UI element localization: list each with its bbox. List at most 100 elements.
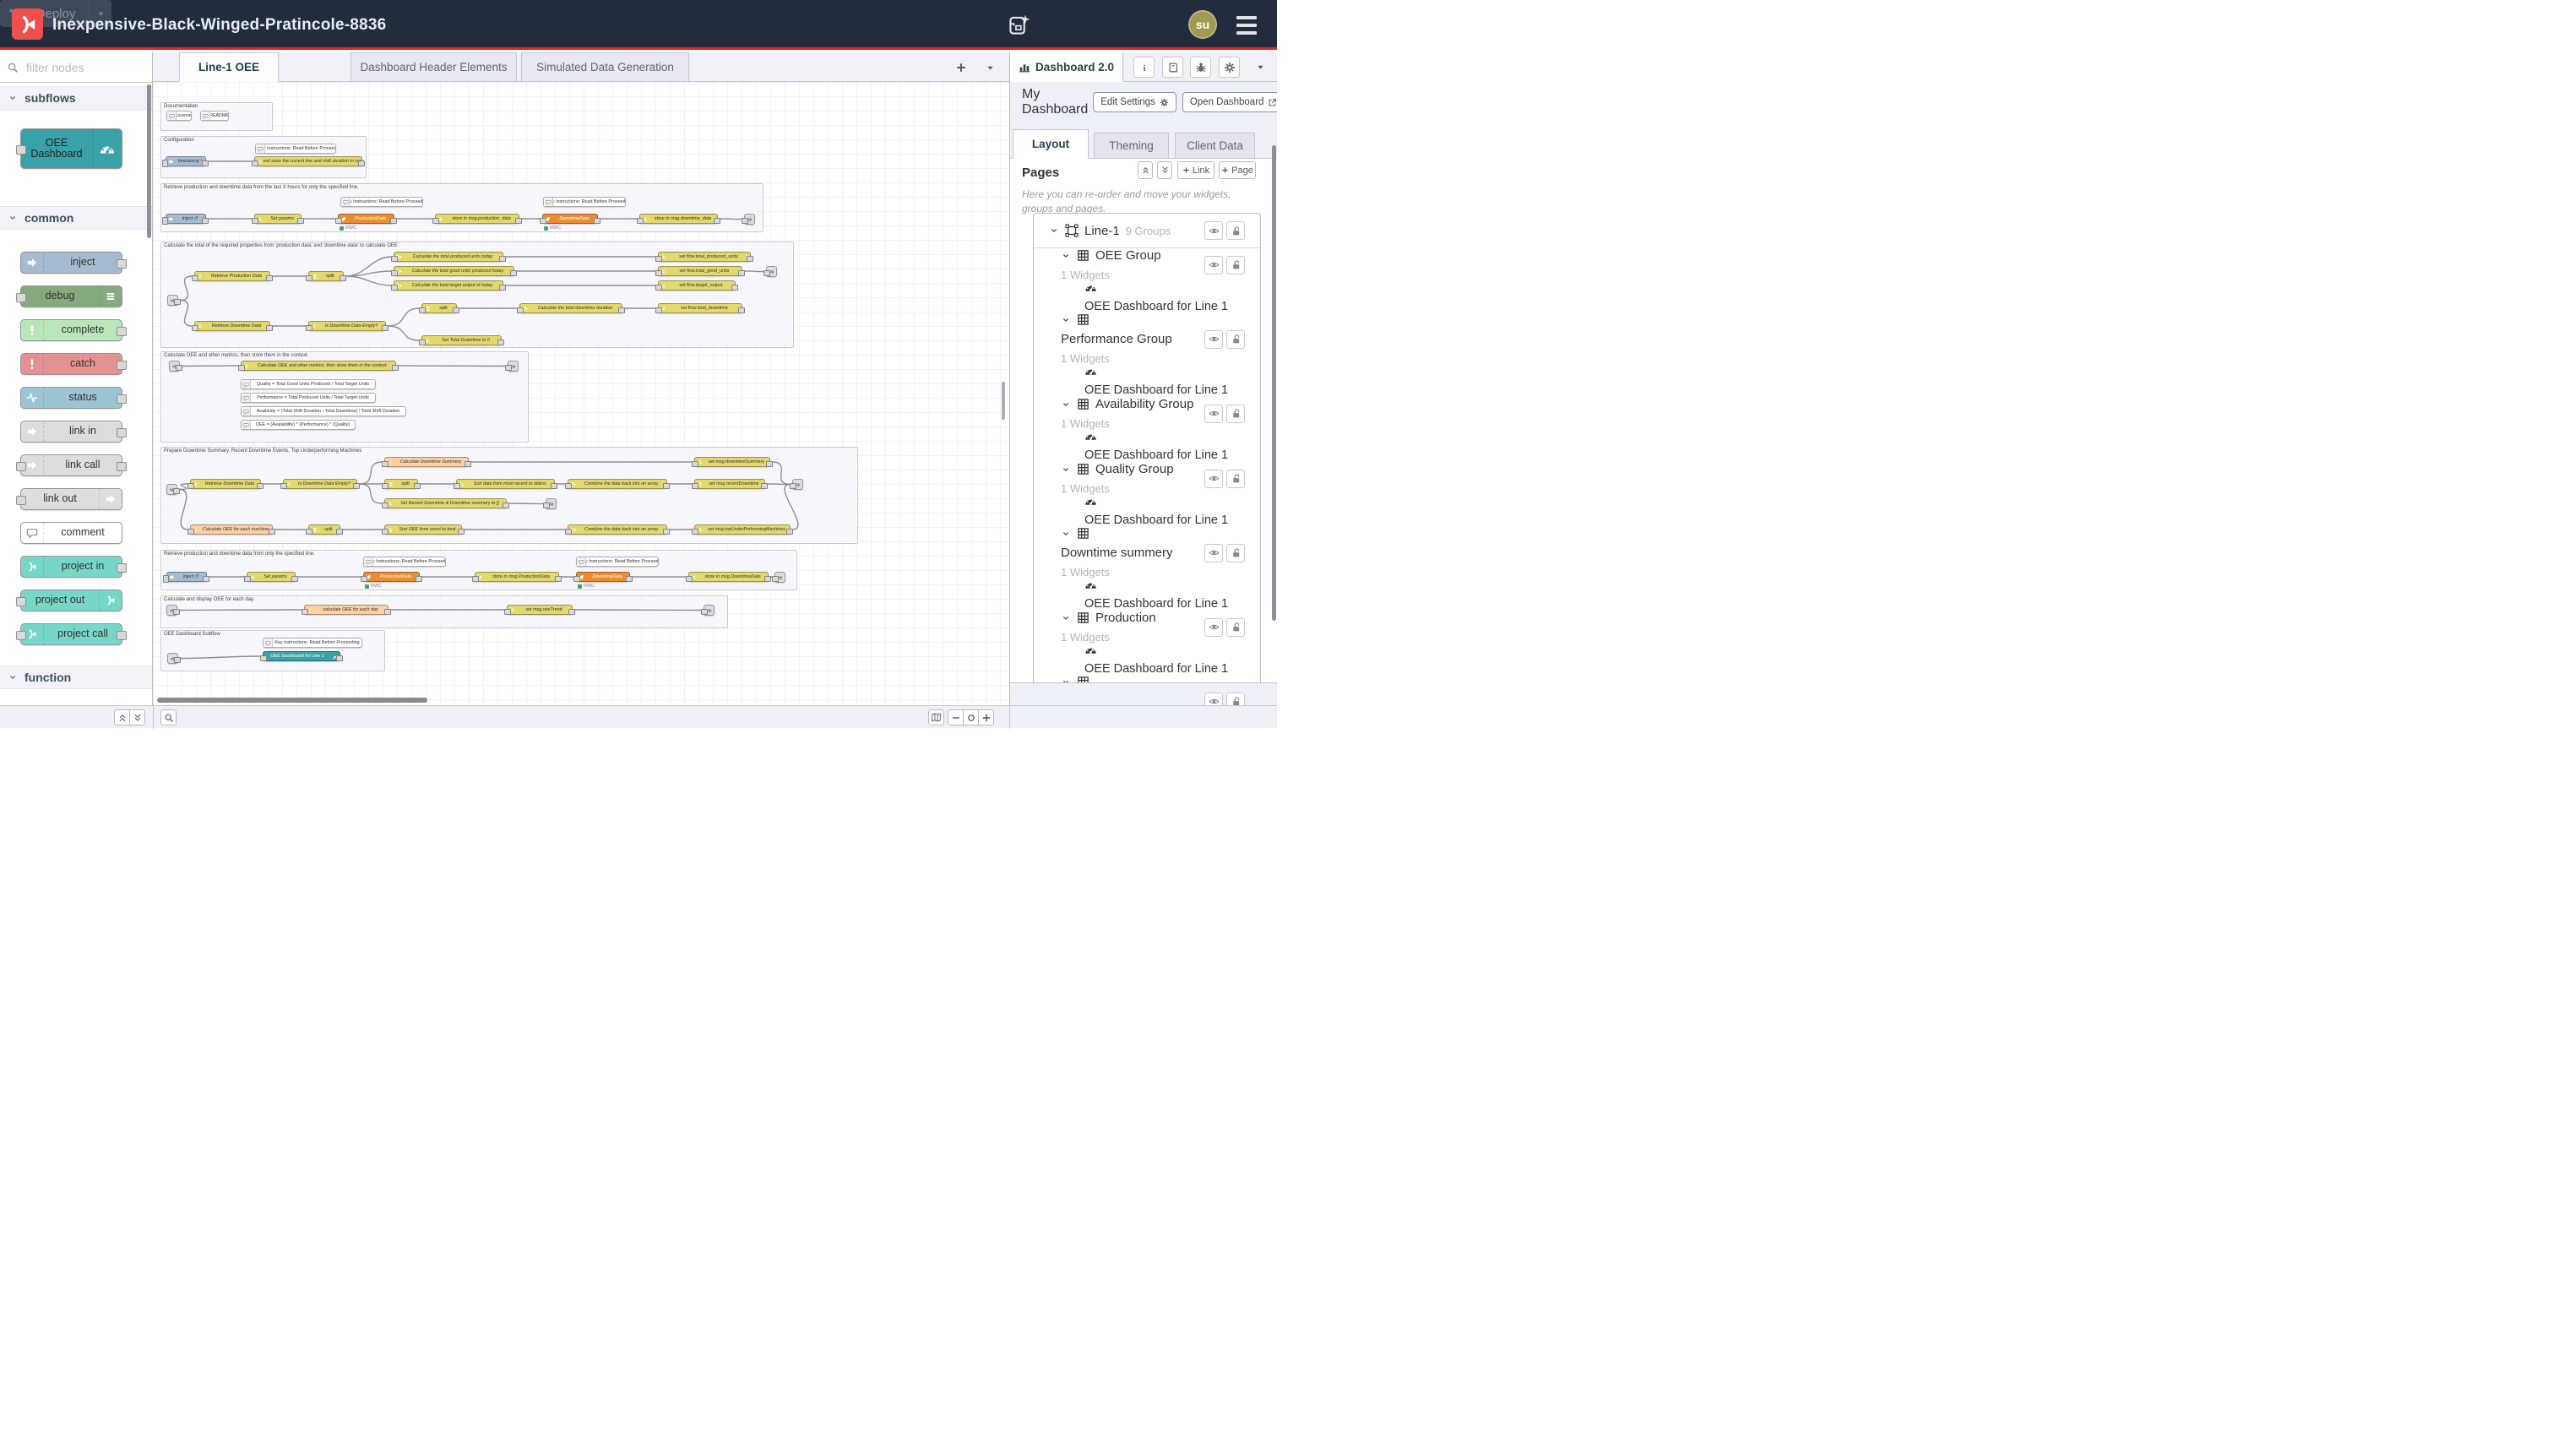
visibility-toggle-button[interactable] <box>1204 405 1223 423</box>
tab-client-data[interactable]: Client Data <box>1175 133 1255 159</box>
node-output-port[interactable] <box>414 483 421 489</box>
node-input-port[interactable] <box>565 483 572 489</box>
info-icon[interactable]: i <box>1133 57 1155 78</box>
node-output-port[interactable] <box>515 218 522 224</box>
visibility-toggle-button[interactable] <box>1204 693 1223 706</box>
node-input-port[interactable] <box>504 609 511 615</box>
node-output-port[interactable] <box>568 609 575 615</box>
node-input-port[interactable] <box>692 461 698 467</box>
tab-line-1-oee[interactable]: Line-1 OEE <box>179 52 279 82</box>
edit-settings-button[interactable]: Edit Settings <box>1093 92 1176 112</box>
node-st43[interactable]: set flow.target_output <box>658 280 736 291</box>
node-s4b[interactable]: split <box>421 303 457 313</box>
node-c41[interactable]: Calculate the total produced units today <box>394 252 503 262</box>
tab-layout[interactable]: Layout <box>1013 129 1089 159</box>
node-input-port[interactable] <box>361 576 367 582</box>
node-input-port[interactable] <box>517 307 524 313</box>
tab-theming[interactable]: Theming <box>1094 133 1169 159</box>
zoom-in-button[interactable] <box>978 709 994 725</box>
node-rd4[interactable]: Retrieve Downtime Data <box>194 321 270 331</box>
palette-node-debug[interactable]: debug <box>20 285 122 307</box>
node-lo7[interactable] <box>774 572 785 583</box>
node-output-port[interactable] <box>764 576 771 582</box>
node-c42[interactable]: Calculate the total good units produced … <box>394 266 514 276</box>
node-input-port[interactable] <box>391 256 398 262</box>
node-input-port[interactable] <box>565 529 572 535</box>
node-output-port[interactable] <box>269 529 275 535</box>
node-c5b[interactable]: Performance = Total Produced Units / Tot… <box>241 393 376 403</box>
node-input-port[interactable] <box>772 576 779 582</box>
tab-dashboard-2[interactable]: Dashboard 2.0 <box>1010 52 1123 82</box>
node-input-port[interactable] <box>302 609 308 615</box>
palette-expand-all-button[interactable] <box>129 709 145 725</box>
add-page-button[interactable]: Page <box>1219 161 1256 179</box>
lock-toggle-button[interactable] <box>1226 544 1245 562</box>
node-input-port[interactable] <box>16 145 26 155</box>
node-rdm[interactable]: README <box>200 111 229 121</box>
flow-assistant-icon[interactable] <box>1007 12 1032 37</box>
node-output-port[interactable] <box>173 488 180 494</box>
node-srd6[interactable]: set msg.recentDowntime <box>694 479 765 489</box>
node-output-port[interactable] <box>117 428 127 437</box>
node-lic[interactable]: License <box>166 111 192 121</box>
node-output-port[interactable] <box>551 483 557 489</box>
node-input-port[interactable] <box>187 483 194 489</box>
node-output-port[interactable] <box>117 563 127 573</box>
node-i3[interactable]: inject ↺ <box>166 214 206 224</box>
node-so6[interactable]: Sort data from most recent to oldest <box>456 479 555 489</box>
visibility-toggle-button[interactable] <box>1204 470 1223 488</box>
node-output-port[interactable] <box>555 576 562 582</box>
node-output-port[interactable] <box>266 275 273 281</box>
tree-group-downtime-summery[interactable]: Downtime summery1 Widgets <box>1034 527 1260 579</box>
node-output-port[interactable] <box>594 218 600 224</box>
lock-toggle-button[interactable] <box>1226 470 1245 488</box>
node-rp4[interactable]: Retrieve Production Data <box>194 271 270 281</box>
node-output-port[interactable] <box>117 259 127 269</box>
tree-group-production[interactable]: Production1 Widgets <box>1034 611 1260 644</box>
node-input-port[interactable] <box>692 483 698 489</box>
node-input-port[interactable] <box>260 655 267 661</box>
node-output-port[interactable] <box>176 365 182 371</box>
node-s4a[interactable]: split <box>308 271 344 281</box>
lock-toggle-button[interactable] <box>1226 618 1245 637</box>
node-output-port[interactable] <box>510 270 517 276</box>
node-output-port[interactable] <box>117 631 127 640</box>
palette-node-project-in[interactable]: project in <box>20 556 122 578</box>
tab-simulated-data-generation[interactable]: Simulated Data Generation <box>521 52 689 82</box>
node-output-port[interactable] <box>382 325 389 331</box>
node-co5[interactable]: Calculate OEE and other metrics, then st… <box>241 361 396 371</box>
node-output-port[interactable] <box>738 270 745 276</box>
node-input-port[interactable] <box>432 218 439 224</box>
node-input-port[interactable] <box>16 462 26 471</box>
add-link-button[interactable]: Link <box>1177 161 1215 179</box>
node-output-port[interactable] <box>458 529 465 535</box>
node-c3a[interactable]: Key Instructions: Read Before Proceeding <box>340 197 423 207</box>
node-lo8[interactable] <box>704 605 715 616</box>
node-cb61[interactable]: Combine the data back into an array. <box>568 479 667 489</box>
node-dd3[interactable]: DowntimeData <box>542 214 598 224</box>
zoom-out-button[interactable] <box>948 709 964 725</box>
node-ss[interactable]: Set and store the current line and shift… <box>254 156 362 166</box>
open-dashboard-button[interactable]: Open Dashboard <box>1182 92 1277 112</box>
node-output-port[interactable] <box>392 365 399 371</box>
node-ie6[interactable]: Is Downtime Data Empty? <box>283 479 357 489</box>
node-output-port[interactable] <box>336 529 343 535</box>
palette-node-comment[interactable]: comment <box>20 522 122 544</box>
node-pd3[interactable]: ProductionData <box>338 214 394 224</box>
node-input-port[interactable] <box>238 365 245 371</box>
tree-widget-oee-dashboard[interactable]: OEE Dashboard for Line 1 <box>1034 365 1260 397</box>
node-output-port[interactable] <box>203 576 209 582</box>
node-input-port[interactable] <box>701 609 708 615</box>
node-input-port[interactable] <box>543 503 550 508</box>
inject-button[interactable] <box>162 160 168 167</box>
node-i7[interactable]: inject ↺ <box>166 572 207 582</box>
node-lo4[interactable] <box>766 266 777 277</box>
palette-category-function[interactable]: function <box>0 666 152 689</box>
node-output-port[interactable] <box>384 609 391 615</box>
node-input-port[interactable] <box>472 576 479 582</box>
node-sp7[interactable]: Set params <box>247 572 296 582</box>
node-lo6b[interactable] <box>546 498 557 509</box>
tree-widget-oee-dashboard[interactable]: OEE Dashboard for Line 1 <box>1034 430 1260 462</box>
tree-widget-oee-dashboard[interactable]: OEE Dashboard for Line 1 <box>1034 281 1260 313</box>
node-li9[interactable] <box>167 653 178 664</box>
